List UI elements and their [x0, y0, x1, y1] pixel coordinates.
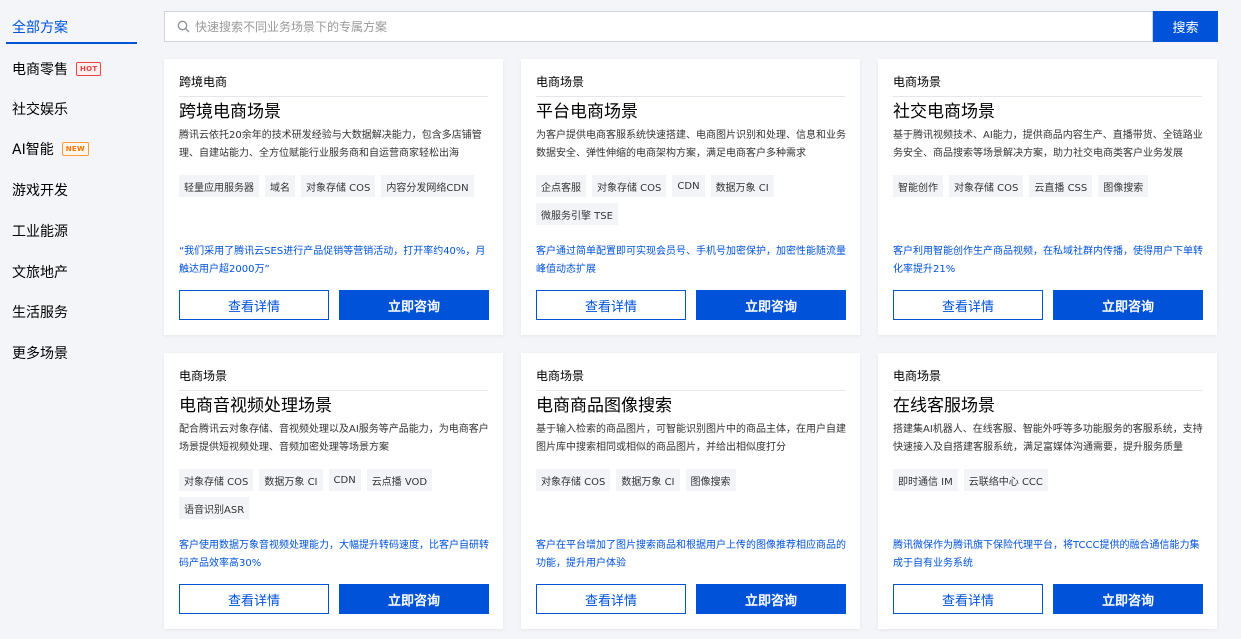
- product-chip[interactable]: 轻量应用服务器: [179, 175, 259, 197]
- card-category: 电商场景: [893, 367, 1202, 391]
- card-category: 跨境电商: [179, 73, 488, 97]
- sidebar-item-label: 电商零售: [12, 62, 68, 78]
- view-details-button[interactable]: 查看详情: [179, 290, 329, 320]
- view-details-button[interactable]: 查看详情: [536, 290, 686, 320]
- product-chip-list: 即时通信 IM 云联络中心 CCC: [893, 469, 1211, 491]
- sidebar-item-label: 工业能源: [12, 224, 68, 240]
- sidebar-item-ai[interactable]: AI智能 NEW: [12, 137, 89, 161]
- product-chip[interactable]: 对象存储 COS: [536, 469, 611, 491]
- product-chip-list: 轻量应用服务器 域名 对象存储 COS 内容分发网络CDN: [179, 175, 497, 197]
- sidebar-item-label: 全部方案: [12, 20, 68, 36]
- card-description: 搭建集AI机器人、在线客服、智能外呼等多功能服务的客服系统，支持快速接入及自搭建…: [893, 424, 1203, 453]
- sidebar-item-label: 生活服务: [12, 305, 68, 321]
- solution-card-social-commerce: 电商场景 社交电商场景 基于腾讯视频技术、AI能力，提供商品内容生产、直播带货、…: [878, 59, 1217, 335]
- search-button[interactable]: 搜索: [1153, 11, 1218, 42]
- sidebar-item-label: 社交娱乐: [12, 102, 68, 118]
- sidebar-item-tourism[interactable]: 文旅地产: [12, 260, 68, 284]
- card-title: 平台电商场景: [536, 102, 638, 122]
- solution-card-cross-border: 跨境电商 跨境电商场景 腾讯云依托20余年的技术研发经验与大数据解决能力，包含多…: [164, 59, 503, 335]
- product-chip[interactable]: 微服务引擎 TSE: [536, 203, 618, 225]
- product-chip[interactable]: 数据万象 CI: [710, 175, 774, 197]
- sidebar-item-label: 更多场景: [12, 346, 68, 362]
- card-category: 电商场景: [893, 73, 1202, 97]
- search-icon: [171, 11, 195, 42]
- product-chip[interactable]: 语音识别ASR: [179, 497, 250, 519]
- view-details-button[interactable]: 查看详情: [893, 290, 1043, 320]
- product-chip-list: 对象存储 COS 数据万象 CI 图像搜索: [536, 469, 854, 491]
- view-details-button[interactable]: 查看详情: [893, 584, 1043, 614]
- product-chip[interactable]: 数据万象 CI: [616, 469, 680, 491]
- card-description: 为客户提供电商客服系统快速搭建、电商图片识别和处理、信息和业务数据安全、弹性伸缩…: [536, 130, 846, 159]
- product-chip[interactable]: 云直播 CSS: [1029, 175, 1093, 197]
- search-box: [164, 11, 1153, 42]
- sidebar-item-ecommerce[interactable]: 电商零售 HOT: [12, 57, 102, 81]
- sidebar-item-label: AI智能: [12, 142, 54, 158]
- customer-case: “我们采用了腾讯云SES进行产品促销等营销活动，打开率约40%，月触达用户超20…: [179, 246, 486, 275]
- sidebar-item-label: 游戏开发: [12, 183, 68, 199]
- product-chip[interactable]: 对象存储 COS: [179, 469, 254, 491]
- customer-case: 客户利用智能创作生产商品视频，在私域社群内传播，使得用户下单转化率提升21%: [893, 246, 1203, 275]
- customer-case: 客户通过简单配置即可实现会员号、手机号加密保护，加密性能随流量峰值动态扩展: [536, 246, 846, 275]
- card-title: 跨境电商场景: [179, 102, 281, 122]
- view-details-button[interactable]: 查看详情: [536, 584, 686, 614]
- customer-case: 腾讯微保作为腾讯旗下保险代理平台，将TCCC提供的融合通信能力集成于自有业务系统: [893, 540, 1200, 569]
- sidebar-item-label: 文旅地产: [12, 265, 68, 281]
- hot-badge: HOT: [76, 62, 102, 76]
- customer-case: 客户使用数据万象音视频处理能力，大幅提升转码速度，比客户自研转码产品效率高30%: [179, 540, 489, 569]
- consult-now-button[interactable]: 立即咨询: [696, 290, 846, 320]
- view-details-button[interactable]: 查看详情: [179, 584, 329, 614]
- sidebar-item-industry[interactable]: 工业能源: [12, 219, 68, 243]
- consult-now-button[interactable]: 立即咨询: [339, 290, 489, 320]
- card-description: 基于输入检索的商品图片，可智能识别图片中的商品主体，在用户自建图片库中搜索相同或…: [536, 424, 846, 453]
- card-category: 电商场景: [179, 367, 488, 391]
- card-title: 在线客服场景: [893, 396, 995, 416]
- solution-card-customer-service: 电商场景 在线客服场景 搭建集AI机器人、在线客服、智能外呼等多功能服务的客服系…: [878, 353, 1217, 629]
- card-title: 电商商品图像搜索: [536, 396, 672, 416]
- sidebar: 全部方案 电商零售 HOT 社交娱乐 AI智能 NEW 游戏开发 工业能源 文旅…: [0, 0, 150, 639]
- customer-case: 客户在平台增加了图片搜索商品和根据用户上传的图像推荐相应商品的功能，提升用户体验: [536, 540, 846, 569]
- sidebar-item-life[interactable]: 生活服务: [12, 300, 68, 324]
- product-chip[interactable]: 云点播 VOD: [366, 469, 433, 491]
- card-description: 配合腾讯云对象存储、音视频处理以及AI服务等产品能力，为电商客户场景提供短视频处…: [179, 424, 489, 453]
- new-badge: NEW: [61, 142, 89, 156]
- product-chip[interactable]: 图像搜索: [1098, 175, 1149, 197]
- consult-now-button[interactable]: 立即咨询: [339, 584, 489, 614]
- card-description: 基于腾讯视频技术、AI能力，提供商品内容生产、直播带货、全链路业务安全、商品搜索…: [893, 130, 1203, 159]
- product-chip[interactable]: 域名: [265, 175, 295, 197]
- active-tab-indicator: [6, 42, 137, 44]
- product-chip[interactable]: 对象存储 COS: [301, 175, 376, 197]
- sidebar-item-game[interactable]: 游戏开发: [12, 178, 68, 202]
- solution-card-platform: 电商场景 平台电商场景 为客户提供电商客服系统快速搭建、电商图片识别和处理、信息…: [521, 59, 860, 335]
- consult-now-button[interactable]: 立即咨询: [1053, 584, 1203, 614]
- product-chip[interactable]: 图像搜索: [685, 469, 736, 491]
- product-chip[interactable]: 智能创作: [893, 175, 943, 197]
- product-chip[interactable]: 内容分发网络CDN: [381, 175, 474, 197]
- sidebar-item-more[interactable]: 更多场景: [12, 341, 68, 365]
- product-chip-list: 智能创作 对象存储 COS 云直播 CSS 图像搜索: [893, 175, 1211, 197]
- product-chip[interactable]: 数据万象 CI: [259, 469, 323, 491]
- product-chip[interactable]: 对象存储 COS: [592, 175, 667, 197]
- product-chip[interactable]: CDN: [328, 469, 361, 491]
- product-chip[interactable]: 对象存储 COS: [949, 175, 1024, 197]
- product-chip-list: 对象存储 COS 数据万象 CI CDN 云点播 VOD 语音识别ASR: [179, 469, 497, 519]
- card-category: 电商场景: [536, 367, 845, 391]
- card-title: 社交电商场景: [893, 102, 995, 122]
- product-chip[interactable]: CDN: [672, 175, 705, 197]
- product-chip[interactable]: 云联络中心 CCC: [963, 469, 1048, 491]
- search-input[interactable]: [195, 12, 1152, 41]
- sidebar-item-social[interactable]: 社交娱乐: [12, 97, 68, 121]
- sidebar-item-all[interactable]: 全部方案: [12, 15, 68, 39]
- product-chip[interactable]: 即时通信 IM: [893, 469, 958, 491]
- product-chip[interactable]: 企点客服: [536, 175, 586, 197]
- product-chip-list: 企点客服 对象存储 COS CDN 数据万象 CI 微服务引擎 TSE: [536, 175, 854, 225]
- consult-now-button[interactable]: 立即咨询: [696, 584, 846, 614]
- solution-card-av-processing: 电商场景 电商音视频处理场景 配合腾讯云对象存储、音视频处理以及AI服务等产品能…: [164, 353, 503, 629]
- card-category: 电商场景: [536, 73, 845, 97]
- card-title: 电商音视频处理场景: [179, 396, 332, 416]
- consult-now-button[interactable]: 立即咨询: [1053, 290, 1203, 320]
- card-description: 腾讯云依托20余年的技术研发经验与大数据解决能力，包含多店铺管理、自建站能力、全…: [179, 130, 482, 159]
- solution-card-image-search: 电商场景 电商商品图像搜索 基于输入检索的商品图片，可智能识别图片中的商品主体，…: [521, 353, 860, 629]
